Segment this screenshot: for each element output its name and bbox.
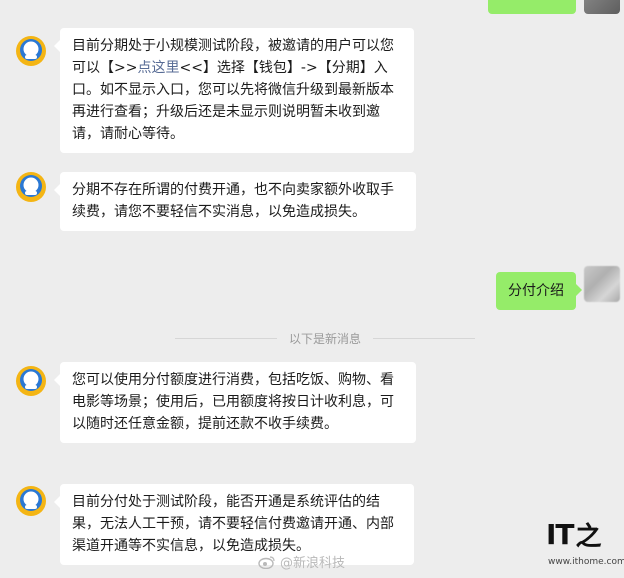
previous-outgoing-bubble: [488, 0, 576, 14]
weibo-watermark: @新浪科技: [258, 552, 345, 571]
bot-avatar[interactable]: [14, 34, 48, 68]
logo-chinese: 之: [575, 522, 602, 552]
divider-label: 以下是新消息: [289, 331, 362, 346]
bot-avatar[interactable]: [14, 170, 48, 204]
bot-avatar-icon: [16, 172, 46, 202]
user-avatar[interactable]: [584, 266, 620, 302]
logo-letters: IT: [546, 518, 575, 551]
weibo-icon: [258, 555, 275, 569]
user-avatar-top[interactable]: [584, 0, 620, 14]
message-bubble: 您可以使用分付额度进行消费，包括吃饭、购物、看电影等场景；使用后，已用额度将按日…: [54, 362, 416, 443]
bot-avatar-icon: [16, 486, 46, 516]
ithome-logo: IT 之: [546, 516, 602, 553]
message-bubble: 分期不存在所谓的付费开通，也不向卖家额外收取手续费，请您不要轻信不实消息，以免造…: [54, 172, 416, 231]
message-text: 目前分付处于测试阶段，能否开通是系统评估的结果，无法人工干预，请不要轻信付费邀请…: [72, 494, 394, 554]
bot-avatar-icon: [16, 366, 46, 396]
message-text: 您可以使用分付额度进行消费，包括吃饭、购物、看电影等场景；使用后，已用额度将按日…: [72, 372, 394, 432]
divider-line: [175, 337, 277, 339]
new-messages-divider: 以下是新消息: [175, 330, 476, 346]
outgoing-message-text: 分付介绍: [508, 283, 564, 299]
click-here-link[interactable]: 点这里: [137, 60, 179, 76]
outgoing-message-bubble: 分付介绍: [496, 272, 582, 310]
bot-avatar[interactable]: [14, 364, 48, 398]
message-text: 分期不存在所谓的付费开通，也不向卖家额外收取手续费，请您不要轻信不实消息，以免造…: [72, 182, 394, 220]
ithome-url: www.ithome.com: [548, 557, 624, 567]
divider-line: [373, 337, 476, 339]
message-bubble: 目前分期处于小规模测试阶段，被邀请的用户可以您可以【>>点这里<<】选择【钱包】…: [54, 28, 414, 153]
bot-avatar[interactable]: [14, 484, 48, 518]
watermark-text: @新浪科技: [280, 556, 346, 571]
bot-avatar-icon: [16, 36, 46, 66]
message-bubble: 目前分付处于测试阶段，能否开通是系统评估的结果，无法人工干预，请不要轻信付费邀请…: [54, 484, 414, 565]
